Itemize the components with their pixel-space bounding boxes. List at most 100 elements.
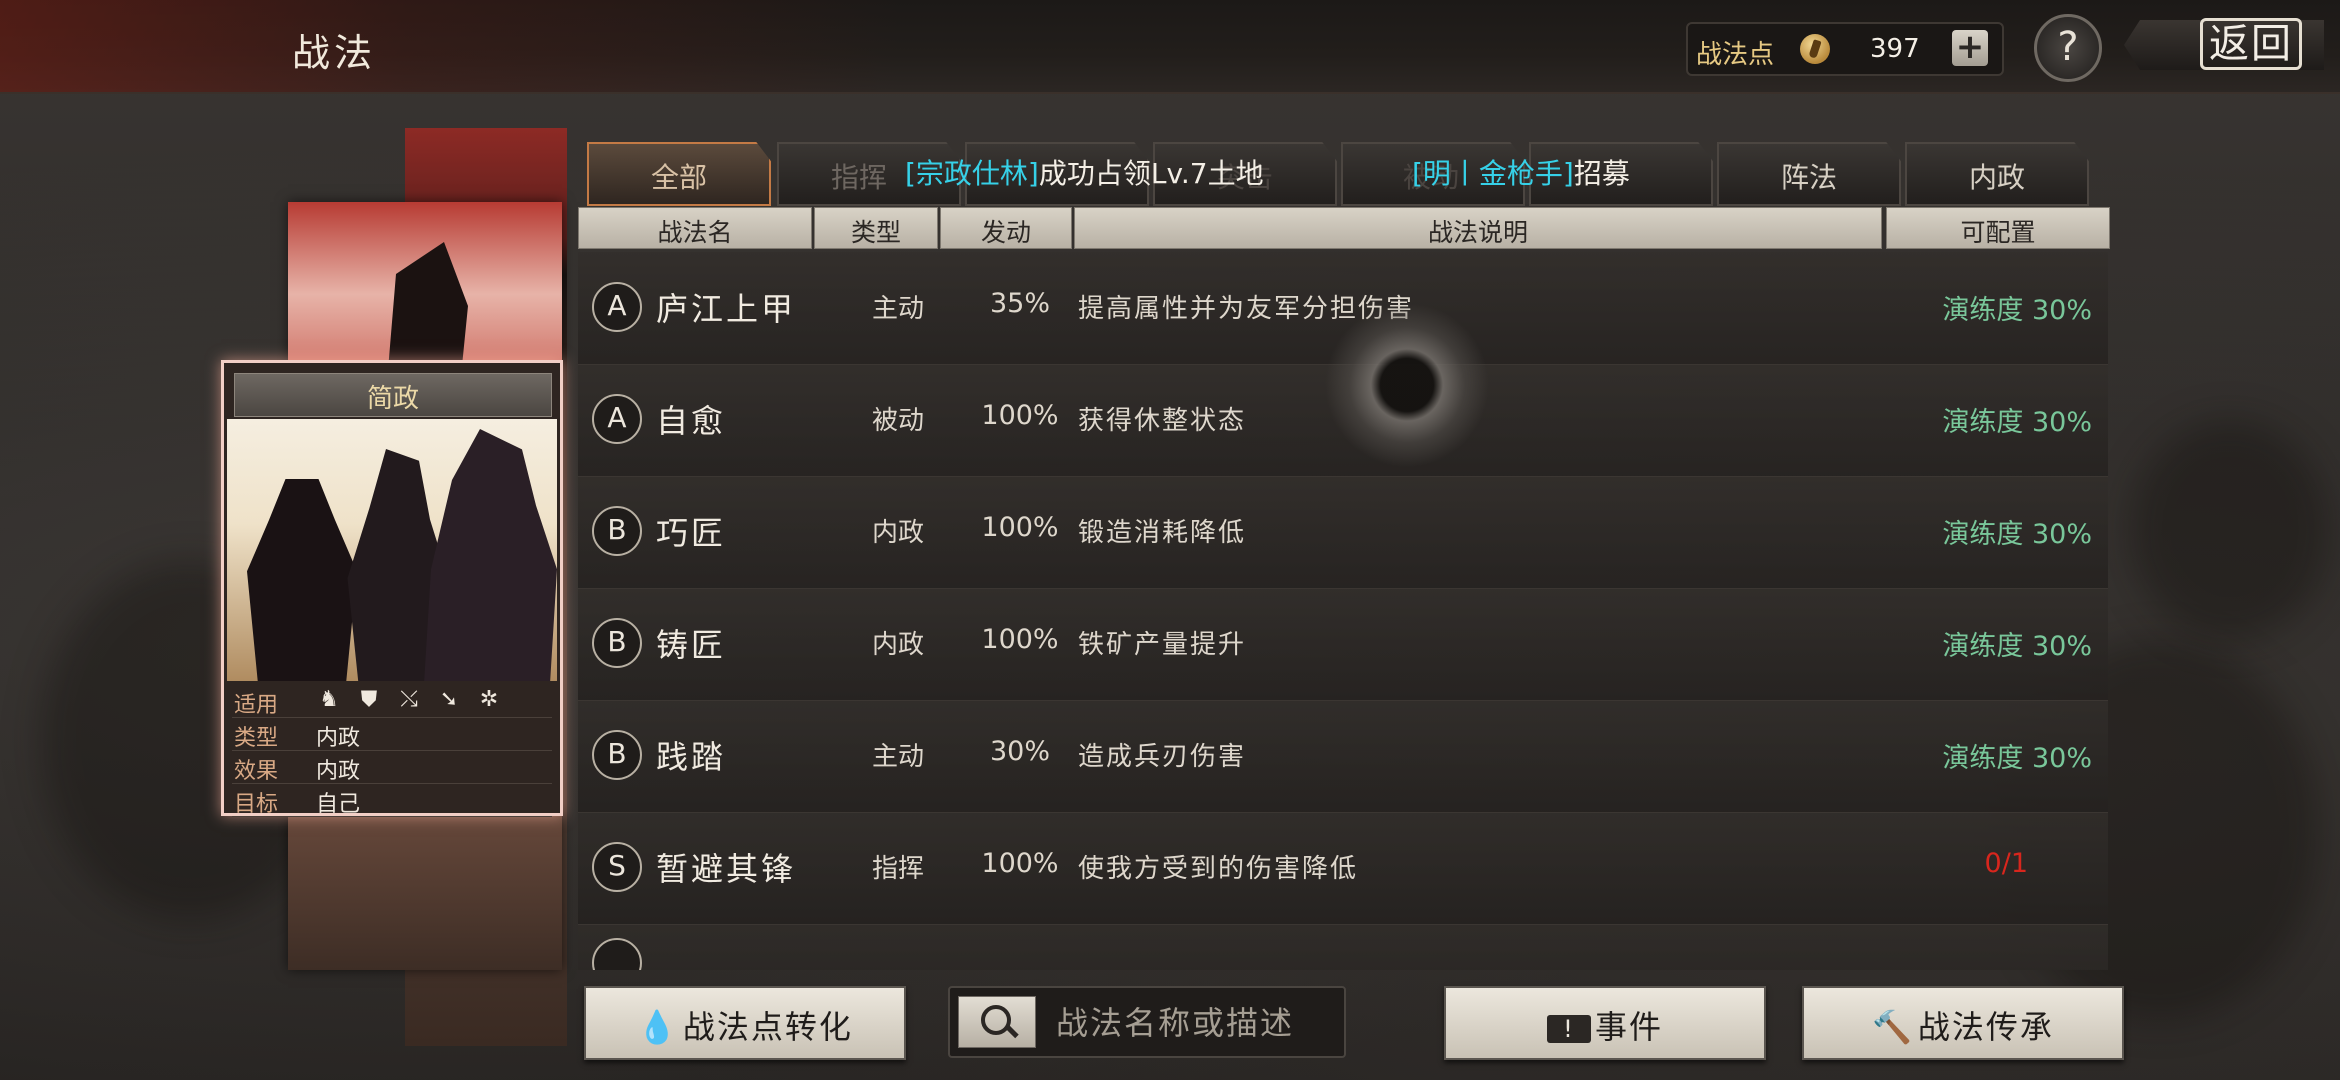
- attr-key: 类型: [234, 726, 279, 751]
- tactic-description: 铁矿产量提升: [1078, 630, 1247, 660]
- tactic-card-title-bar: 简政: [234, 373, 552, 417]
- tactic-row[interactable]: B 铸匠 内政 100% 铁矿产量提升 演练度 30%: [578, 588, 2108, 701]
- column-header-label: 可配置: [1960, 218, 2036, 247]
- tab-label: 全部: [650, 161, 707, 194]
- tactic-card-attributes: 适用 ♞ ⛊ ⤯ ➘ ✲ 类型 内政 效果 内政 目标 自己: [232, 685, 552, 817]
- search-input[interactable]: [1054, 1000, 1338, 1046]
- grade-badge: B: [592, 618, 642, 668]
- tactic-row[interactable]: B 践踏 主动 30% 造成兵刃伤害 演练度 30%: [578, 700, 2108, 813]
- add-points-button[interactable]: +: [1952, 30, 1988, 66]
- tactic-name: 庐江上甲: [656, 290, 797, 328]
- tactic-rate: 100%: [981, 848, 1059, 879]
- tactic-card-name: 简政: [366, 384, 419, 414]
- column-header-type[interactable]: 类型: [814, 207, 938, 249]
- column-header-label: 类型: [850, 218, 901, 247]
- event-text: 事件: [1594, 1008, 1663, 1046]
- tactic-card-illustration: [227, 419, 557, 681]
- grade-badge: B: [592, 730, 642, 780]
- column-header-label: 发动: [980, 218, 1031, 247]
- column-header-label: 战法名: [657, 218, 733, 247]
- search-button[interactable]: [958, 996, 1036, 1048]
- grade-badge: [592, 938, 642, 970]
- tactic-type: 被动: [871, 406, 924, 436]
- tactic-description: 使我方受到的伤害降低: [1078, 854, 1359, 884]
- tactic-availability: 演练度 30%: [1942, 295, 2092, 326]
- column-header-label: 战法说明: [1427, 218, 1528, 247]
- tactic-row-partial[interactable]: [578, 924, 2108, 970]
- tactic-name: 暂避其锋: [656, 850, 797, 888]
- selected-tactic-card[interactable]: 简政 适用 ♞ ⛊ ⤯ ➘ ✲ 类型 内政 效果 内政 目标 自己: [221, 360, 563, 817]
- hammer-icon: 🔨: [1872, 1008, 1914, 1046]
- column-header-available[interactable]: 可配置: [1886, 207, 2110, 249]
- tab-all[interactable]: 全部: [587, 142, 771, 206]
- coin-drop-icon: 💧: [637, 1008, 679, 1046]
- cavalry-icon: ♞: [319, 687, 339, 712]
- attr-row-effect: 效果 内政: [232, 751, 552, 784]
- column-header-name[interactable]: 战法名: [578, 207, 812, 249]
- back-button[interactable]: 返回: [2124, 14, 2324, 76]
- event-label: ! 事件: [1446, 1002, 1764, 1048]
- notice-player: [明丨金枪手]: [1412, 157, 1574, 190]
- tactic-availability: 演练度 30%: [1942, 631, 2092, 662]
- tab-domestic[interactable]: 内政: [1905, 142, 2089, 206]
- spear-icon: ➘: [439, 687, 459, 712]
- attr-row-applicable: 适用 ♞ ⛊ ⤯ ➘ ✲: [232, 685, 552, 718]
- event-button[interactable]: ! 事件: [1444, 986, 1766, 1060]
- grade-badge: S: [592, 842, 642, 892]
- tactic-name: 铸匠: [656, 626, 727, 664]
- attr-key: 效果: [234, 759, 279, 784]
- grade-badge: B: [592, 506, 642, 556]
- tactic-type: 指挥: [871, 854, 924, 884]
- wheel-icon: ✲: [479, 687, 499, 712]
- tactic-rate: 100%: [981, 624, 1059, 655]
- grade-badge: A: [592, 282, 642, 332]
- column-header-desc: 战法说明: [1074, 207, 1882, 249]
- tactic-type: 内政: [871, 518, 924, 548]
- page-title: 战法: [292, 31, 377, 75]
- bow-icon: ⤯: [400, 687, 418, 712]
- tab-formation[interactable]: 阵法: [1717, 142, 1901, 206]
- top-bar: 战法 战法点 397 + ? 返回: [0, 0, 2340, 94]
- loading-spinner-icon: [1322, 300, 1492, 470]
- grade-badge: A: [592, 394, 642, 444]
- tactic-rate: 100%: [981, 400, 1059, 431]
- tactic-rate: 30%: [989, 736, 1050, 767]
- tactic-type: 主动: [871, 294, 924, 324]
- convert-points-button[interactable]: 💧 战法点转化: [584, 986, 906, 1060]
- attr-row-target: 目标 自己: [232, 784, 552, 817]
- search-box: [948, 986, 1346, 1058]
- attr-key: 目标: [234, 792, 279, 817]
- tactic-availability: 0/1: [1984, 848, 2028, 879]
- tactic-name: 践踏: [656, 738, 727, 776]
- tactic-row[interactable]: S 暂避其锋 指挥 100% 使我方受到的伤害降低 0/1: [578, 812, 2108, 925]
- tactic-type: 内政: [871, 630, 924, 660]
- column-header-rate[interactable]: 发动: [940, 207, 1072, 249]
- tactic-point-coin-icon: [1800, 34, 1830, 64]
- tab-label: 内政: [1968, 161, 2025, 194]
- tactic-row[interactable]: B 巧匠 内政 100% 锻造消耗降低 演练度 30%: [578, 476, 2108, 589]
- tactic-inherit-button[interactable]: 🔨 战法传承: [1802, 986, 2124, 1060]
- attr-key: 适用: [234, 693, 279, 718]
- shield-icon: ⛊: [360, 687, 378, 712]
- tactic-availability: 演练度 30%: [1942, 743, 2092, 774]
- server-notice-2: [明丨金枪手]招募: [1412, 152, 1630, 192]
- help-button[interactable]: ?: [2034, 14, 2102, 82]
- tactic-availability: 演练度 30%: [1942, 519, 2092, 550]
- tactic-inherit-label: 🔨 战法传承: [1804, 1002, 2122, 1048]
- top-bar-red-wash: [0, 0, 900, 92]
- attr-row-type: 类型 内政: [232, 718, 552, 751]
- tactic-description: 锻造消耗降低: [1078, 518, 1247, 548]
- tactic-rate: 35%: [989, 288, 1050, 319]
- convert-points-label: 💧 战法点转化: [586, 1002, 904, 1048]
- back-button-label: 返回: [2200, 18, 2302, 70]
- tactic-points-box: 战法点 397 +: [1686, 22, 2004, 76]
- tactic-type: 主动: [871, 742, 924, 772]
- notice-text: 成功占领Lv.7土地: [1038, 157, 1264, 190]
- attr-value: 自己: [316, 792, 361, 817]
- tactic-description: 获得休整状态: [1078, 406, 1247, 436]
- attr-value: 内政: [316, 759, 361, 784]
- tactic-description: 造成兵刃伤害: [1078, 742, 1247, 772]
- server-notice-1: [宗政仕林]成功占领Lv.7土地: [905, 152, 1264, 192]
- unit-type-icons: ♞ ⛊ ⤯ ➘ ✲: [316, 687, 502, 713]
- tactic-rate: 100%: [981, 512, 1059, 543]
